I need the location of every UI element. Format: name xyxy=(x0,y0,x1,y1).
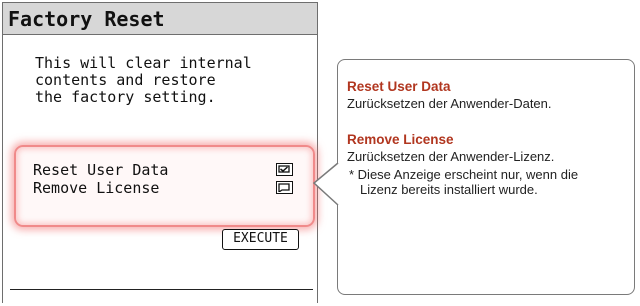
callout-heading-remove-license: Remove License xyxy=(347,132,454,147)
callout-note-line2: Lizenz bereits installiert wurde. xyxy=(360,182,538,197)
callout-heading-reset-user-data: Reset User Data xyxy=(347,79,451,94)
callout-note: * Diese Anzeige erscheint nur, wenn die … xyxy=(349,167,629,197)
callout-text-remove-license: Zurücksetzen der Anwender-Lizenz. xyxy=(347,149,555,164)
callout-note-line1: * Diese Anzeige erscheint nur, wenn die xyxy=(349,167,579,182)
callout-text-reset-user-data: Zurücksetzen der Anwender-Daten. xyxy=(347,96,552,111)
